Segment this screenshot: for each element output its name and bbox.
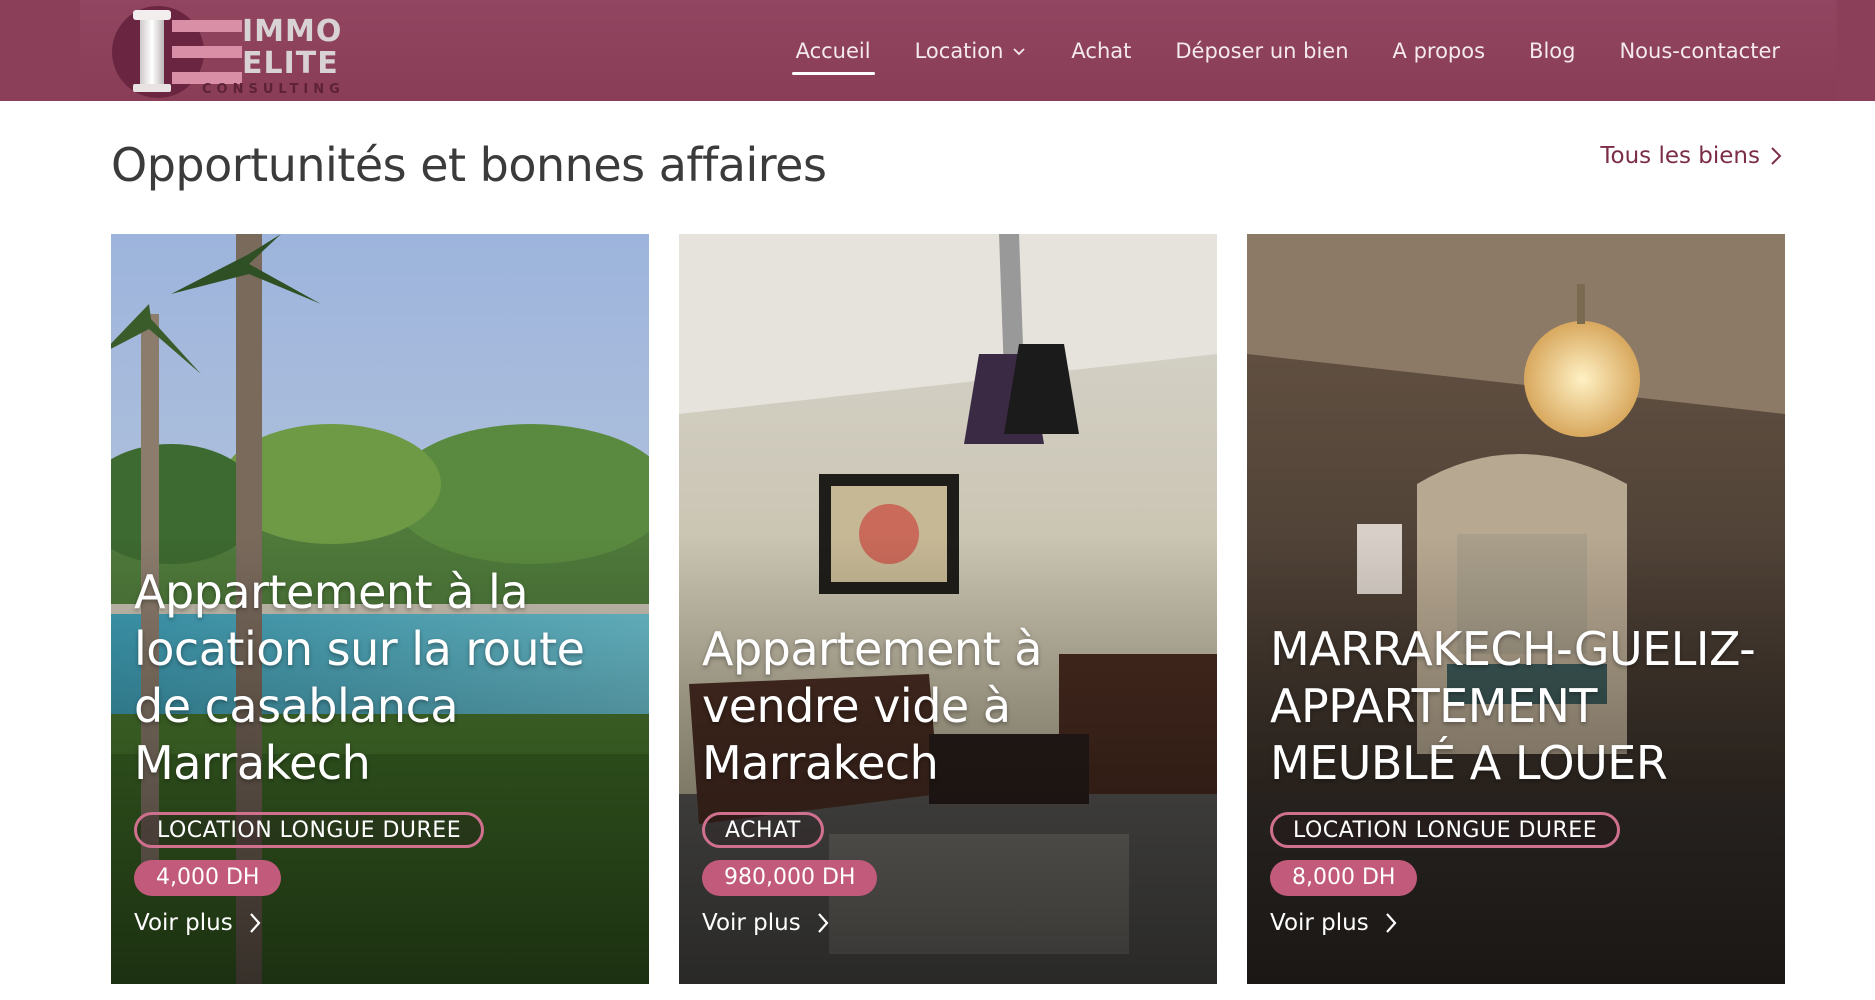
- logo-stripe: [172, 46, 242, 58]
- logo-text-consulting: CONSULTING: [202, 82, 345, 97]
- all-properties-link[interactable]: Tous les biens: [1600, 143, 1782, 169]
- card-more-link[interactable]: Voir plus: [1270, 910, 1765, 936]
- nav-item-label: Achat: [1071, 38, 1132, 63]
- card-category-tag: LOCATION LONGUE DUREE: [134, 812, 485, 848]
- property-card[interactable]: Appartement à la location sur la route d…: [111, 234, 649, 984]
- nav-item-label: Nous-contacter: [1619, 38, 1780, 63]
- card-content: MARRAKECH-GUELIZ-APPARTEMENT MEUBLÉ A LO…: [1270, 621, 1765, 936]
- card-price-badge: 980,000 DH: [702, 860, 878, 896]
- chevron-right-icon: [1771, 147, 1782, 165]
- logo-text-elite: ELITE: [242, 46, 339, 81]
- nav-item-location[interactable]: Location: [915, 39, 1028, 63]
- card-title: Appartement à la location sur la route d…: [134, 565, 585, 790]
- card-price-badge: 4,000 DH: [134, 860, 282, 896]
- nav-item-apropos[interactable]: A propos: [1393, 39, 1486, 63]
- main-nav: Accueil Location Achat Déposer un bien A…: [752, 0, 1780, 101]
- section-title: Opportunités et bonnes affaires: [111, 138, 827, 192]
- chevron-right-icon: [1385, 913, 1397, 933]
- card-content: Appartement à vendre vide à Marrakech AC…: [702, 621, 1197, 936]
- card-category-tag: LOCATION LONGUE DUREE: [1270, 812, 1621, 848]
- card-more-link[interactable]: Voir plus: [134, 910, 629, 936]
- card-more-label: Voir plus: [134, 910, 233, 936]
- chevron-down-icon: [1013, 47, 1026, 55]
- nav-item-achat[interactable]: Achat: [1071, 39, 1131, 63]
- nav-item-blog[interactable]: Blog: [1529, 39, 1575, 63]
- card-title: MARRAKECH-GUELIZ-APPARTEMENT MEUBLÉ A LO…: [1270, 622, 1756, 790]
- logo-stripe: [172, 20, 242, 32]
- nav-item-label: Déposer un bien: [1175, 38, 1349, 63]
- logo-pillar-icon: [133, 10, 171, 92]
- nav-item-label: Location: [914, 38, 1004, 63]
- nav-item-deposer[interactable]: Déposer un bien: [1175, 39, 1348, 63]
- card-category-tag: ACHAT: [702, 812, 824, 848]
- nav-item-label: Accueil: [795, 38, 871, 63]
- card-title: Appartement à vendre vide à Marrakech: [702, 622, 1042, 790]
- nav-item-label: A propos: [1392, 38, 1486, 63]
- card-more-label: Voir plus: [702, 910, 801, 936]
- chevron-right-icon: [249, 913, 261, 933]
- site-header: IMMO ELITE CONSULTING Accueil Location A…: [0, 0, 1875, 101]
- logo-text-immo: IMMO: [242, 14, 343, 49]
- nav-item-accueil[interactable]: Accueil: [791, 38, 875, 75]
- card-more-link[interactable]: Voir plus: [702, 910, 1197, 936]
- property-card[interactable]: MARRAKECH-GUELIZ-APPARTEMENT MEUBLÉ A LO…: [1247, 234, 1785, 984]
- chevron-right-icon: [817, 913, 829, 933]
- nav-item-label: Blog: [1529, 38, 1576, 63]
- all-properties-label: Tous les biens: [1600, 143, 1760, 169]
- property-card[interactable]: Appartement à vendre vide à Marrakech AC…: [679, 234, 1217, 984]
- nav-item-contact[interactable]: Nous-contacter: [1619, 39, 1780, 63]
- card-price-badge: 8,000 DH: [1270, 860, 1418, 896]
- card-content: Appartement à la location sur la route d…: [134, 564, 629, 936]
- site-logo[interactable]: IMMO ELITE CONSULTING: [112, 2, 344, 98]
- card-more-label: Voir plus: [1270, 910, 1369, 936]
